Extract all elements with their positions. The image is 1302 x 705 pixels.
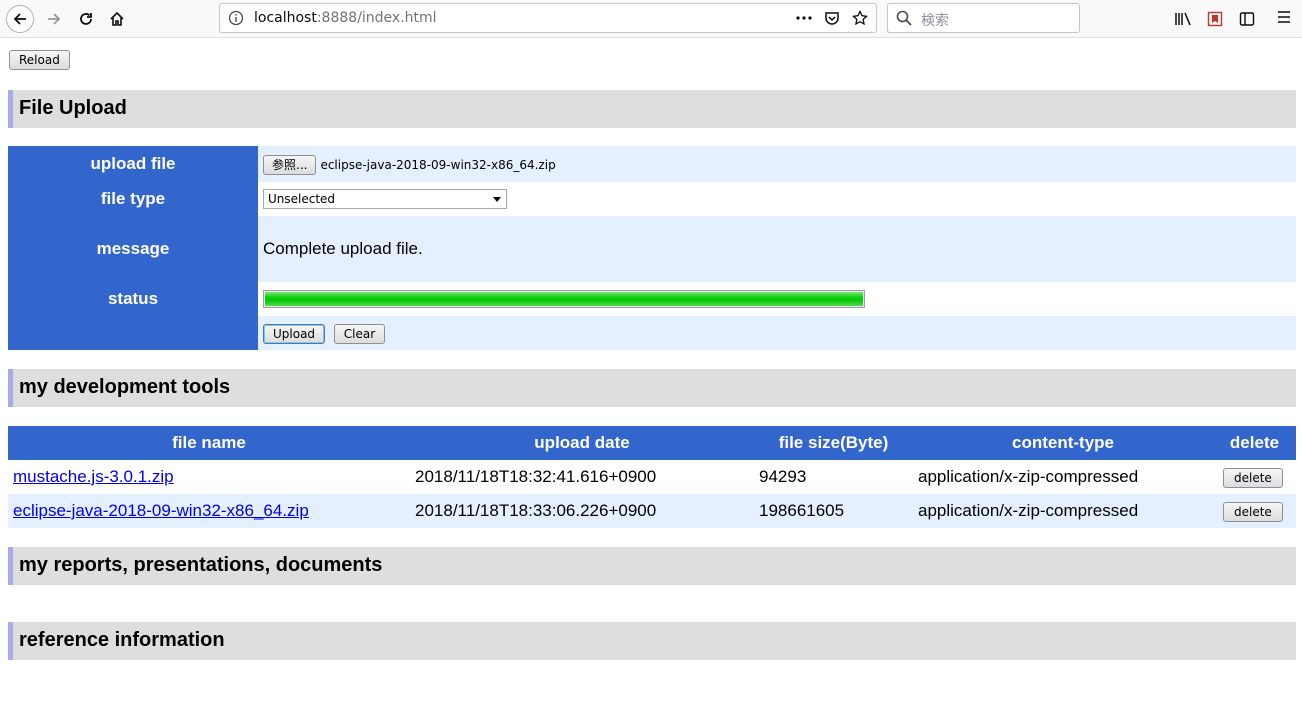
url-host: localhost	[254, 10, 317, 26]
column-header-delete: delete	[1213, 426, 1296, 460]
content-type-cell: application/x-zip-compressed	[913, 494, 1213, 528]
back-button[interactable]	[6, 5, 34, 33]
arrow-left-icon	[13, 13, 26, 25]
hamburger-menu-icon[interactable]	[1276, 9, 1292, 30]
column-header-file-name: file name	[8, 426, 410, 460]
library-icon[interactable]	[1172, 9, 1194, 29]
selected-file-name: eclipse-java-2018-09-win32-x86_64.zip	[320, 157, 556, 172]
file-size-cell: 198661605	[754, 494, 913, 528]
browse-button[interactable]: 参照...	[263, 154, 317, 175]
upload-date-cell: 2018/11/18T18:33:06.226+0900	[410, 494, 754, 528]
file-type-label: file type	[8, 182, 258, 216]
extension-icon[interactable]	[1204, 9, 1226, 29]
delete-button[interactable]: delete	[1223, 467, 1283, 488]
sidebar-icon[interactable]	[1236, 9, 1258, 29]
refresh-icon	[80, 13, 92, 25]
home-button[interactable]	[103, 5, 131, 33]
search-icon	[896, 10, 912, 26]
url-text: localhost:8888/index.html	[254, 10, 437, 26]
upload-button[interactable]: Upload	[263, 323, 326, 344]
column-header-file-size: file size(Byte)	[754, 426, 913, 460]
search-bar[interactable]: 検索	[887, 3, 1080, 33]
page-actions-icon[interactable]	[794, 9, 814, 27]
table-row: eclipse-java-2018-09-win32-x86_64.zip 20…	[8, 494, 1296, 528]
info-icon[interactable]	[228, 10, 244, 26]
upload-progress-bar	[263, 290, 865, 308]
address-bar[interactable]: localhost:8888/index.html	[219, 3, 877, 33]
upload-form-table: upload file 参照... eclipse-java-2018-09-wi…	[8, 146, 1296, 350]
chevron-down-icon	[493, 197, 501, 202]
section-reports: my reports, presentations, documents	[8, 547, 1296, 585]
bookmark-star-icon[interactable]	[850, 9, 870, 27]
delete-button[interactable]: delete	[1223, 501, 1283, 522]
upload-progress-fill	[265, 292, 863, 306]
clear-button[interactable]: Clear	[333, 323, 386, 344]
home-icon	[110, 11, 124, 26]
files-table: file name upload date file size(Byte) co…	[8, 426, 1296, 528]
reload-button[interactable]: Reload	[9, 50, 70, 70]
upload-date-cell: 2018/11/18T18:32:41.616+0900	[410, 460, 754, 494]
file-link[interactable]: eclipse-java-2018-09-win32-x86_64.zip	[13, 501, 309, 520]
message-label: message	[8, 216, 258, 282]
file-type-select[interactable]: Unselected	[263, 189, 507, 209]
file-type-value: Unselected	[268, 192, 336, 206]
refresh-button[interactable]	[72, 5, 100, 33]
forward-button[interactable]	[40, 5, 68, 33]
column-header-upload-date: upload date	[410, 426, 754, 460]
url-path: :8888/index.html	[316, 10, 437, 26]
table-row: mustache.js-3.0.1.zip 2018/11/18T18:32:4…	[8, 460, 1296, 494]
section-reference: reference information	[8, 622, 1296, 660]
status-label: status	[8, 282, 258, 316]
browser-toolbar: localhost:8888/index.html 検索	[0, 0, 1302, 38]
content-type-cell: application/x-zip-compressed	[913, 460, 1213, 494]
table-header-row: file name upload date file size(Byte) co…	[8, 426, 1296, 460]
pocket-icon[interactable]	[822, 9, 842, 27]
section-file-upload: File Upload	[8, 90, 1296, 128]
search-placeholder: 検索	[921, 13, 949, 29]
section-dev-tools: my development tools	[8, 369, 1296, 407]
file-link[interactable]: mustache.js-3.0.1.zip	[13, 467, 174, 486]
column-header-content-type: content-type	[913, 426, 1213, 460]
arrow-right-icon	[48, 13, 61, 25]
file-size-cell: 94293	[754, 460, 913, 494]
message-value: Complete upload file.	[258, 216, 1296, 282]
upload-file-label: upload file	[8, 146, 258, 182]
